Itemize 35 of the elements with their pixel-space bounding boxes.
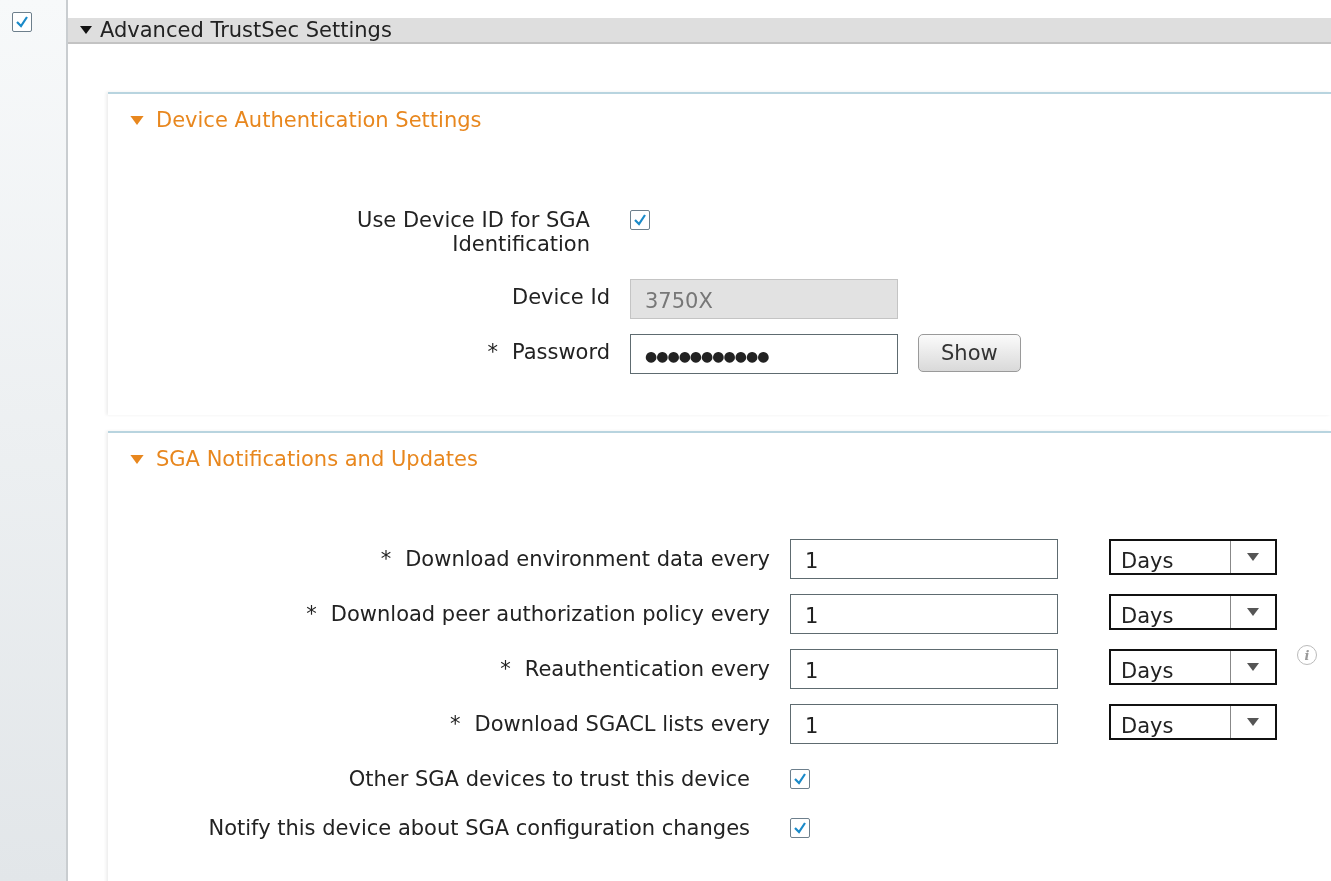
input-field[interactable]: 1 — [790, 539, 1058, 579]
caret-icon — [1247, 608, 1259, 616]
field-label: Device Id — [511, 285, 610, 309]
input-field[interactable]: 1 — [790, 704, 1058, 744]
required-marker: * — [487, 340, 498, 364]
field-label: Use Device ID for SGA Identification — [356, 208, 590, 256]
field-label: Download environment data every — [405, 547, 770, 571]
caret-icon — [1247, 553, 1259, 561]
panel-title: Advanced TrustSec Settings — [100, 18, 392, 42]
show-button[interactable]: Show — [918, 334, 1021, 372]
input-field[interactable]: 1 — [790, 649, 1058, 689]
caret-icon — [1247, 663, 1259, 671]
input-field[interactable]: 1 — [790, 594, 1058, 634]
field-label: Download SGACL lists every — [474, 712, 770, 736]
field-label: Other SGA devices to trust this device — [348, 767, 750, 791]
checkbox[interactable] — [790, 818, 810, 838]
field-label: Reauthentication every — [524, 657, 770, 681]
panel-header[interactable]: Advanced TrustSec Settings — [68, 18, 1331, 44]
required-marker: * — [500, 657, 511, 681]
unit-dropdown[interactable]: Days — [1109, 704, 1277, 740]
caret-icon — [1247, 718, 1259, 726]
required-marker: * — [450, 712, 461, 736]
field-label: Password — [511, 340, 610, 364]
collapse-icon[interactable] — [80, 25, 92, 35]
checkbox[interactable] — [12, 12, 32, 32]
unit-dropdown[interactable]: Days — [1109, 594, 1277, 630]
unit-dropdown[interactable]: Days — [1109, 649, 1277, 685]
required-marker: * — [306, 602, 317, 626]
required-marker: * — [380, 547, 392, 571]
checkbox[interactable] — [790, 769, 810, 789]
field-label: Notify this device about SGA configuration changes — [208, 816, 750, 840]
field-label: Download peer authorization policy every — [330, 602, 770, 626]
unit-dropdown[interactable]: Days — [1109, 539, 1277, 575]
checkbox[interactable] — [630, 210, 650, 230]
password-field[interactable]: ●●●●●●●●●●● — [630, 334, 898, 374]
